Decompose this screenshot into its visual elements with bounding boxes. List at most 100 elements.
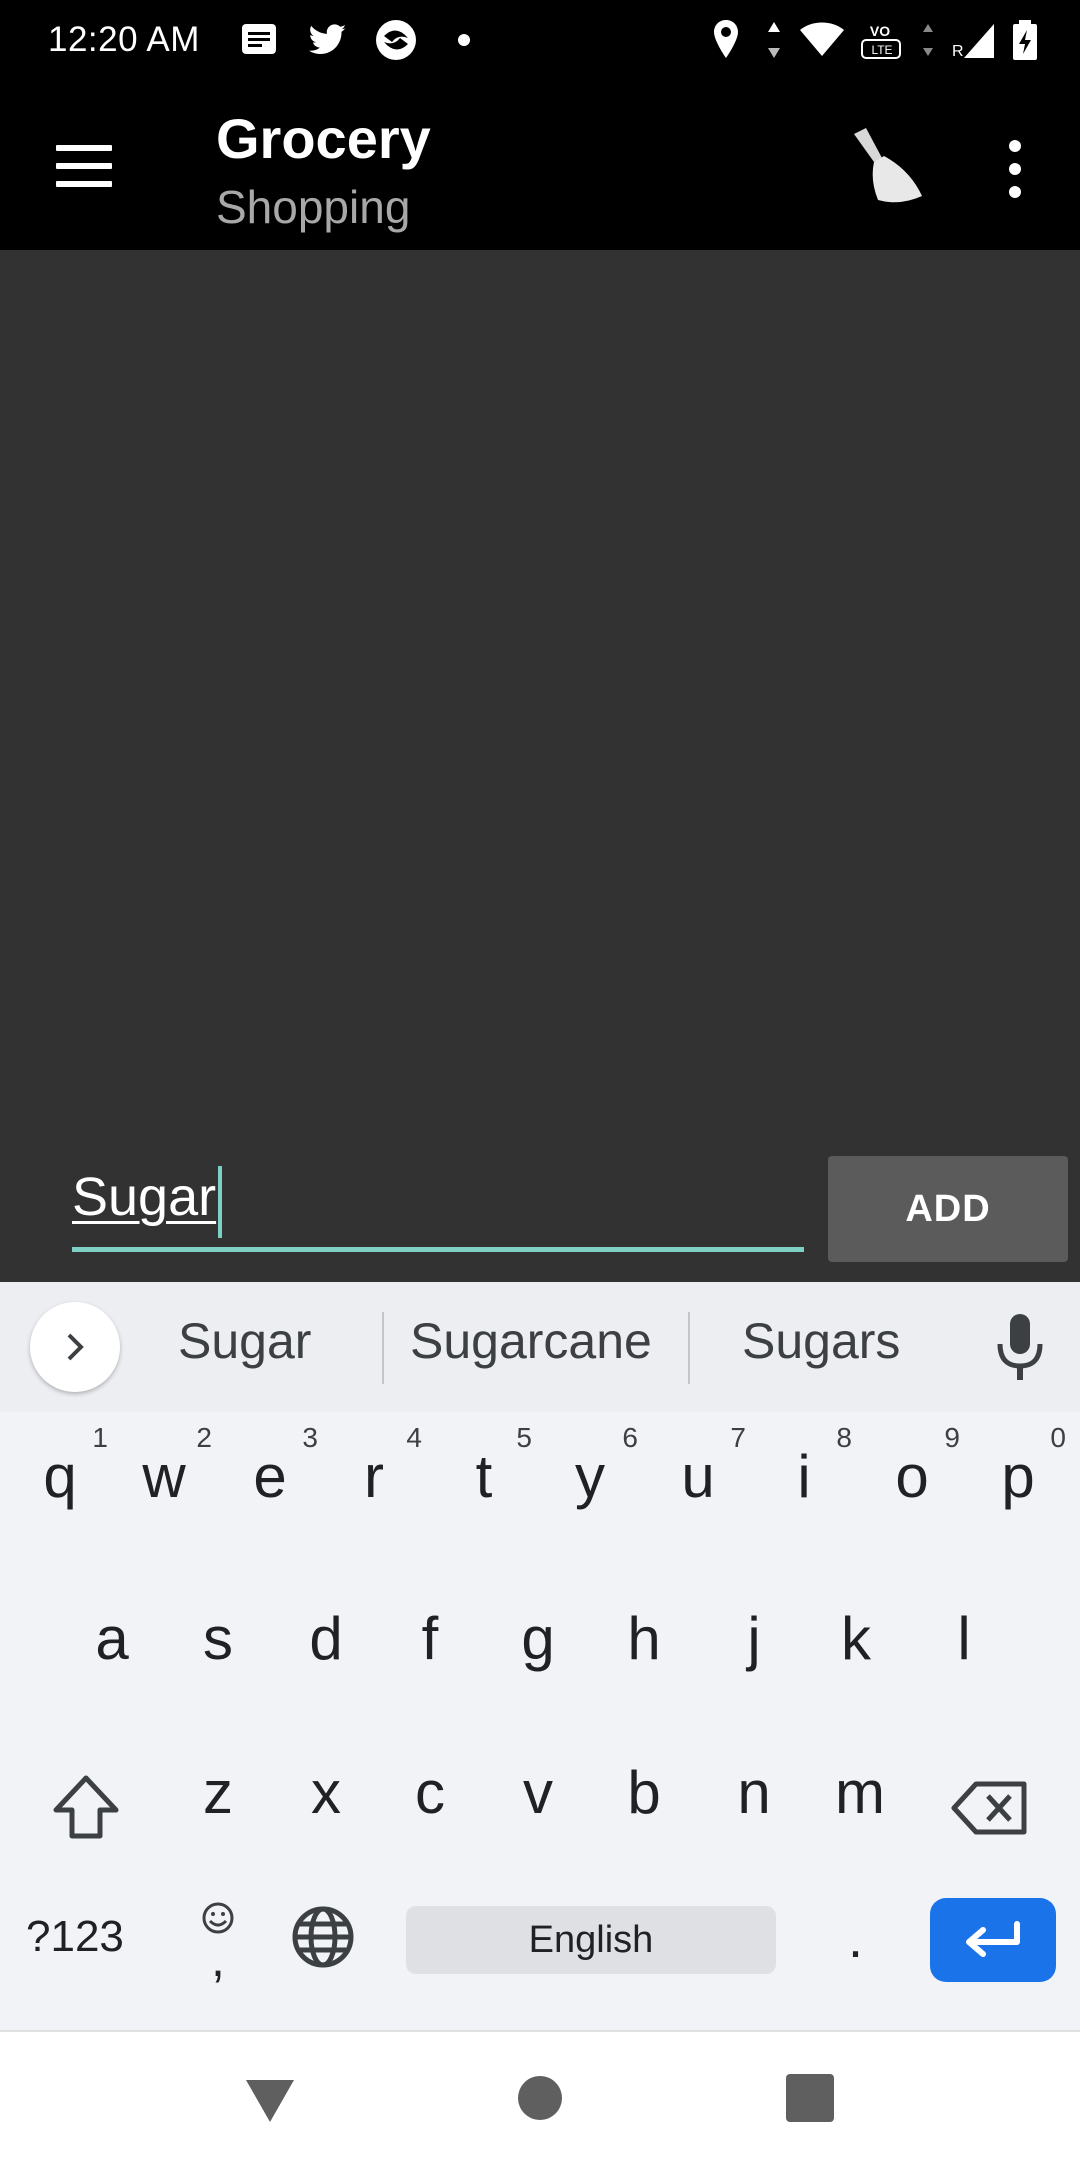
app-icon bbox=[372, 16, 420, 64]
key-z[interactable]: z bbox=[174, 1758, 262, 1842]
item-input-field[interactable]: Sugar bbox=[72, 1148, 804, 1252]
key-label: u bbox=[681, 1443, 715, 1510]
key-hint: 7 bbox=[730, 1422, 746, 1453]
backspace-icon bbox=[951, 1781, 1027, 1835]
key-hint: 1 bbox=[92, 1422, 108, 1453]
comma-label: , bbox=[211, 1931, 225, 1987]
key-label: y bbox=[575, 1443, 605, 1510]
enter-arrow-icon bbox=[966, 1921, 1020, 1957]
navigation-bar bbox=[0, 2030, 1080, 2160]
key-n[interactable]: n bbox=[710, 1758, 798, 1842]
text-caret bbox=[218, 1166, 222, 1238]
key-label: i bbox=[797, 1443, 811, 1510]
volte-icon: LTE VO bbox=[858, 16, 906, 64]
key-e[interactable]: e3 bbox=[226, 1422, 318, 1526]
svg-text:LTE: LTE bbox=[871, 43, 892, 57]
key-label: o bbox=[895, 1443, 929, 1510]
key-o[interactable]: o9 bbox=[868, 1422, 960, 1526]
key-label: q bbox=[43, 1443, 77, 1510]
shift-key[interactable] bbox=[44, 1766, 128, 1850]
keyboard: Sugar Sugarcane Sugars q1w2e3r4t5y6u7i8o… bbox=[0, 1282, 1080, 2030]
key-hint: 8 bbox=[836, 1422, 852, 1453]
key-label: w bbox=[142, 1443, 186, 1510]
message-icon bbox=[236, 16, 284, 64]
period-key[interactable]: . bbox=[848, 1908, 863, 1970]
status-time: 12:20 AM bbox=[48, 20, 200, 59]
menu-icon[interactable] bbox=[42, 130, 126, 202]
suggestion-1[interactable]: Sugar bbox=[178, 1312, 311, 1370]
wifi-icon bbox=[798, 16, 846, 64]
more-options-icon[interactable] bbox=[990, 134, 1040, 204]
suggestion-2[interactable]: Sugarcane bbox=[410, 1312, 652, 1370]
key-m[interactable]: m bbox=[816, 1758, 904, 1842]
location-icon bbox=[702, 16, 750, 64]
globe-icon[interactable] bbox=[290, 1904, 356, 1970]
svg-text:R: R bbox=[952, 43, 964, 60]
key-j[interactable]: j bbox=[710, 1604, 798, 1688]
key-y[interactable]: y6 bbox=[546, 1422, 638, 1526]
notification-icons bbox=[236, 16, 488, 64]
recents-icon[interactable] bbox=[786, 2074, 834, 2122]
key-hint: 2 bbox=[196, 1422, 212, 1453]
key-label: e bbox=[253, 1443, 287, 1510]
key-hint: 3 bbox=[302, 1422, 318, 1453]
svg-text:VO: VO bbox=[870, 23, 890, 39]
key-x[interactable]: x bbox=[282, 1758, 370, 1842]
key-w[interactable]: w2 bbox=[120, 1422, 212, 1526]
key-s[interactable]: s bbox=[174, 1604, 262, 1688]
emoji-comma-key[interactable]: , bbox=[196, 1900, 240, 1984]
dot-icon bbox=[440, 16, 488, 64]
chevron-right-icon bbox=[67, 1333, 84, 1361]
key-a[interactable]: a bbox=[68, 1604, 156, 1688]
key-hint: 6 bbox=[622, 1422, 638, 1453]
page-subtitle: Shopping bbox=[216, 181, 411, 233]
key-g[interactable]: g bbox=[494, 1604, 582, 1688]
key-l[interactable]: l bbox=[920, 1604, 1008, 1688]
key-c[interactable]: c bbox=[386, 1758, 474, 1842]
page-title: Grocery bbox=[216, 107, 431, 170]
data-arrows-icon bbox=[918, 16, 938, 64]
key-p[interactable]: p0 bbox=[974, 1422, 1066, 1526]
key-b[interactable]: b bbox=[600, 1758, 688, 1842]
space-key[interactable]: English bbox=[406, 1906, 776, 1974]
app-bar: Grocery Shopping bbox=[0, 84, 1080, 250]
key-f[interactable]: f bbox=[386, 1604, 474, 1688]
item-input-text[interactable]: Sugar bbox=[72, 1166, 216, 1228]
key-q[interactable]: q1 bbox=[16, 1422, 108, 1526]
suggestion-divider bbox=[382, 1312, 384, 1384]
suggestion-3[interactable]: Sugars bbox=[742, 1312, 900, 1370]
key-label: t bbox=[475, 1443, 493, 1510]
key-t[interactable]: t5 bbox=[440, 1422, 532, 1526]
data-arrows-icon bbox=[762, 16, 786, 64]
suggestion-bar: Sugar Sugarcane Sugars bbox=[0, 1282, 1080, 1412]
status-bar: 12:20 AM LTE VO R bbox=[0, 0, 1080, 84]
twitter-icon bbox=[304, 16, 352, 64]
key-v[interactable]: v bbox=[494, 1758, 582, 1842]
key-hint: 4 bbox=[406, 1422, 422, 1453]
enter-key[interactable] bbox=[930, 1898, 1056, 1982]
home-icon[interactable] bbox=[518, 2076, 562, 2120]
add-button[interactable]: ADD bbox=[828, 1156, 1068, 1262]
key-d[interactable]: d bbox=[282, 1604, 370, 1688]
key-hint: 5 bbox=[516, 1422, 532, 1453]
key-label: r bbox=[364, 1443, 384, 1510]
expand-toolbar-button[interactable] bbox=[30, 1302, 120, 1392]
shift-icon bbox=[53, 1775, 119, 1839]
key-hint: 0 bbox=[1050, 1422, 1066, 1453]
symbols-key[interactable]: ?123 bbox=[26, 1912, 124, 1962]
backspace-key[interactable] bbox=[948, 1766, 1032, 1850]
microphone-icon[interactable] bbox=[990, 1310, 1050, 1384]
list-area bbox=[0, 250, 1080, 1282]
key-r[interactable]: r4 bbox=[330, 1422, 422, 1526]
key-hint: 9 bbox=[944, 1422, 960, 1453]
signal-icon: R bbox=[950, 16, 998, 64]
clear-list-broom-icon[interactable] bbox=[840, 120, 930, 210]
suggestion-divider bbox=[688, 1312, 690, 1384]
key-h[interactable]: h bbox=[600, 1604, 688, 1688]
key-k[interactable]: k bbox=[812, 1604, 900, 1688]
battery-icon bbox=[1010, 16, 1040, 64]
key-i[interactable]: i8 bbox=[760, 1422, 852, 1526]
key-u[interactable]: u7 bbox=[654, 1422, 746, 1526]
key-label: p bbox=[1001, 1443, 1035, 1510]
back-icon[interactable] bbox=[244, 2078, 296, 2124]
